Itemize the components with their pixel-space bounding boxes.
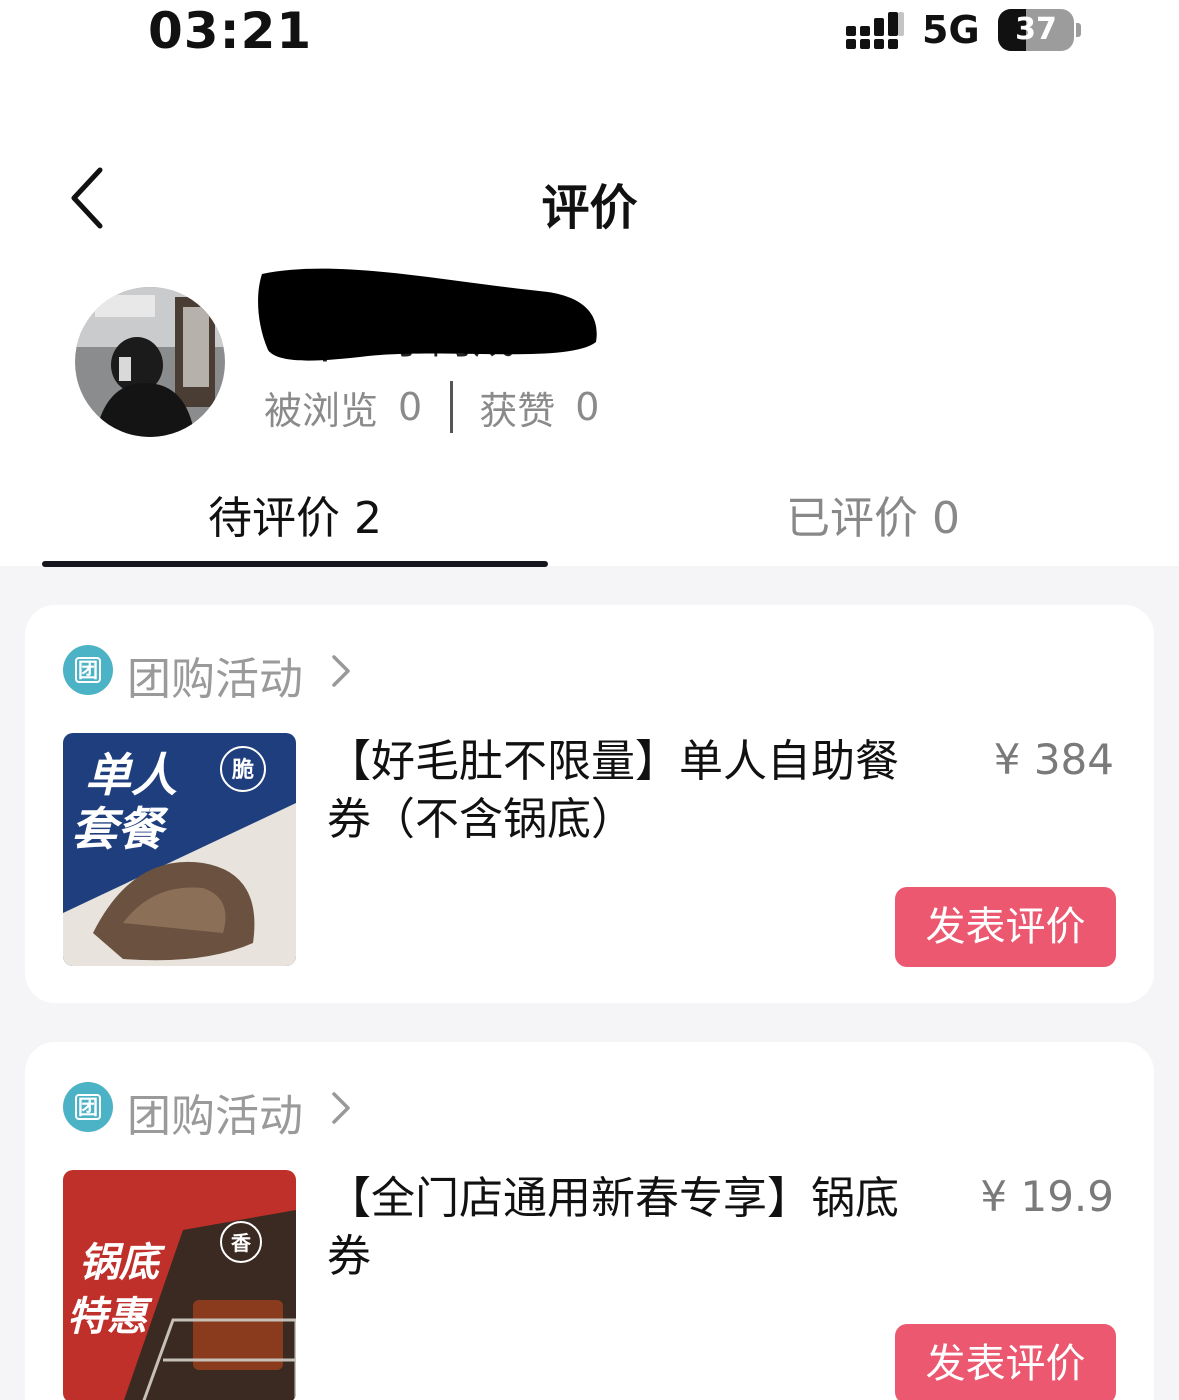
active-tab-indicator: [42, 561, 548, 567]
item-title[interactable]: 【好毛肚不限量】单人自助餐券（不含锅底）: [327, 733, 927, 849]
network-label: 5G: [922, 8, 980, 52]
redaction-scribble: [258, 268, 597, 361]
group-buy-label[interactable]: 团购活动: [127, 1080, 303, 1144]
avatar[interactable]: [75, 287, 225, 437]
battery-nub: [1076, 23, 1081, 37]
battery-level: 37: [1015, 12, 1057, 47]
chevron-right-icon[interactable]: [329, 1090, 353, 1126]
product-image: 香 锅底 特惠: [63, 1170, 296, 1400]
thumb-text-1: 单人: [85, 748, 177, 802]
order-card[interactable]: 团 团购活动 香 锅底 特惠 【全门店通用新春专享】锅底券 ¥ 19.9 发表评…: [25, 1042, 1154, 1400]
chevron-right-icon[interactable]: [329, 653, 353, 689]
tab-reviewed[interactable]: 已评价 0: [620, 482, 1126, 544]
avatar-image: [75, 287, 225, 437]
product-thumbnail[interactable]: 脆 单人 套餐: [63, 733, 296, 966]
page-title: 评价: [541, 180, 638, 236]
thumb-text-2: 套餐: [71, 802, 169, 856]
profile-stats: 被浏览 0 获赞 0: [264, 380, 599, 434]
tab-pending-review[interactable]: 待评价 2: [42, 482, 548, 544]
write-review-button[interactable]: 发表评价: [895, 1324, 1116, 1400]
signal-icon: [846, 12, 904, 49]
item-price: ¥ 19.9: [980, 1172, 1114, 1221]
item-price: ¥ 384: [993, 735, 1114, 784]
product-image: 脆 单人 套餐: [63, 733, 296, 966]
thumb-text-2: 特惠: [67, 1294, 153, 1340]
views-value: 0: [398, 385, 423, 429]
product-thumbnail[interactable]: 香 锅底 特惠: [63, 1170, 296, 1400]
views-label: 被浏览: [264, 388, 379, 433]
order-card[interactable]: 团 团购活动 脆 单人 套餐 【好毛肚不限量】单人自助餐券（不含锅底） ¥ 38…: [25, 605, 1154, 1003]
thumb-badge: 脆: [232, 757, 254, 783]
write-review-button[interactable]: 发表评价: [895, 887, 1116, 967]
status-time: 03:21: [148, 2, 313, 60]
group-buy-icon: 团: [63, 1082, 113, 1132]
thumb-badge: 香: [231, 1231, 252, 1255]
thumb-text-1: 锅底: [79, 1240, 166, 1286]
group-buy-icon: 团: [63, 645, 113, 695]
group-buy-label[interactable]: 团购活动: [127, 643, 303, 707]
stats-divider: [450, 381, 454, 433]
item-title[interactable]: 【全门店通用新春专享】锅底券: [327, 1170, 927, 1286]
group-buy-icon-glyph: 团: [75, 1094, 101, 1120]
group-buy-icon-glyph: 团: [75, 657, 101, 683]
battery-icon: 37: [998, 9, 1082, 51]
likes-label: 获赞: [479, 388, 556, 433]
likes-value: 0: [575, 385, 600, 429]
